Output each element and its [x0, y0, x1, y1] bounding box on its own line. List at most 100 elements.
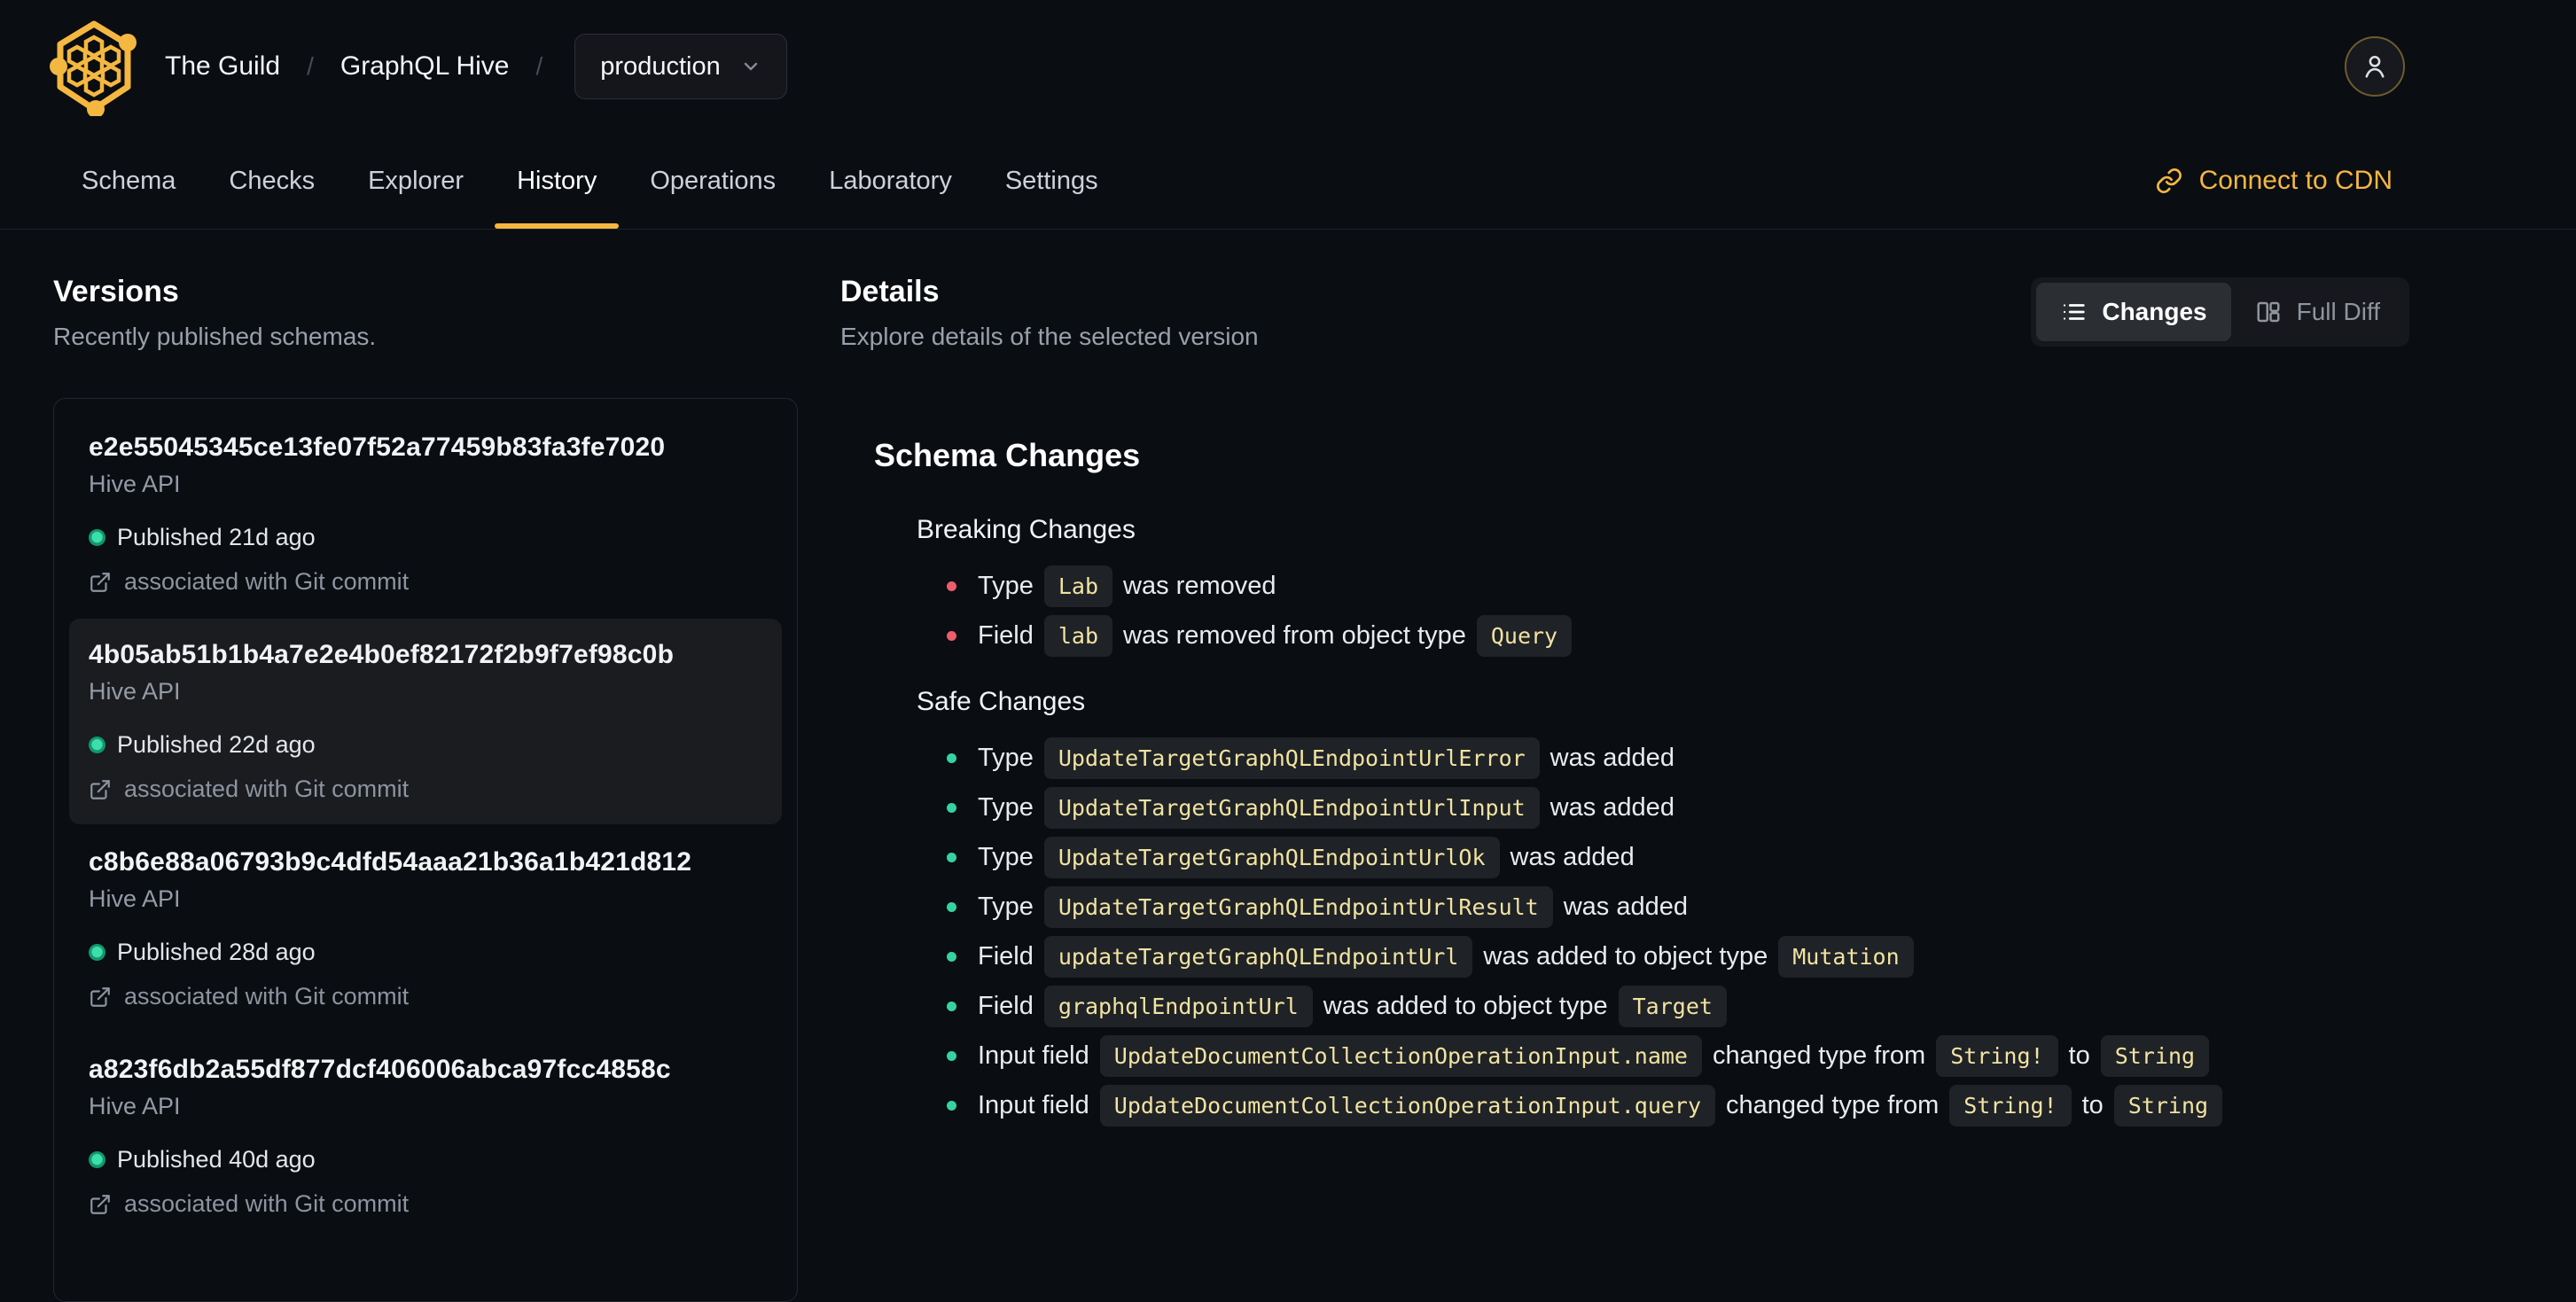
schema-coordinate: UpdateDocumentCollectionOperationInput.q…: [1099, 1084, 1716, 1127]
top-header: The Guild / GraphQL Hive / production Sc…: [0, 0, 2576, 230]
version-card[interactable]: 4b05ab51b1b4a7e2e4b0ef82172f2b9f7ef98c0b…: [69, 619, 782, 824]
published-dot-icon: [89, 529, 105, 546]
change-text: Input field: [978, 1090, 1089, 1119]
git-commit-label: associated with Git commit: [124, 776, 410, 802]
published-dot-icon: [89, 1151, 105, 1168]
safe-bullet-icon: [947, 901, 956, 912]
breadcrumb-project[interactable]: GraphQL Hive: [340, 51, 510, 82]
schema-changes-title: Schema Changes: [874, 437, 1141, 473]
safe-bullet-icon: [947, 1050, 956, 1061]
change-text: to: [2081, 1090, 2104, 1119]
safe-change-row: Field graphqlEndpointUrl was added to obje…: [917, 981, 2409, 1031]
tab-schema[interactable]: Schema: [55, 133, 202, 229]
schema-coordinate: Mutation: [1778, 935, 1914, 978]
safe-change-row: Type UpdateTargetGraphQLEndpointUrlInput w…: [917, 783, 2409, 832]
git-commit-link[interactable]: associated with Git commit: [89, 983, 762, 1010]
tab-checks[interactable]: Checks: [202, 133, 341, 229]
safe-bullet-icon: [947, 852, 956, 862]
git-commit-link[interactable]: associated with Git commit: [89, 1190, 762, 1218]
user-avatar[interactable]: [2345, 36, 2405, 97]
tab-operations[interactable]: Operations: [623, 133, 802, 229]
breadcrumb: The Guild / GraphQL Hive / production: [165, 34, 787, 99]
full-diff-view-button[interactable]: Full Diff: [2231, 283, 2404, 341]
safe-bullet-icon: [947, 1001, 956, 1011]
git-commit-label: associated with Git commit: [124, 1190, 410, 1217]
schema-changes-section: Schema Changes Breaking Changes Type Lab w…: [874, 437, 2409, 1130]
change-text: was added: [1550, 743, 1674, 772]
schema-coordinate: UpdateTargetGraphQLEndpointUrlOk: [1043, 836, 1500, 878]
external-link-icon: [89, 1193, 112, 1216]
breaking-changes-group: Breaking Changes Type Lab was removed Field…: [917, 513, 2409, 660]
versions-title: Versions: [53, 275, 179, 308]
change-text: was added to object type: [1483, 941, 1768, 971]
version-card[interactable]: c8b6e88a06793b9c4dfd54aaa21b36a1b421d812…: [69, 826, 782, 1032]
published-dot-icon: [89, 944, 105, 961]
breaking-bullet-icon: [947, 630, 956, 641]
schema-coordinate: String!: [1949, 1084, 2072, 1127]
link-icon: [2155, 167, 2183, 195]
view-toggle: Changes Full Diff: [2031, 277, 2409, 347]
version-service: Hive API: [89, 471, 181, 497]
schema-coordinate: String: [2113, 1084, 2223, 1127]
safe-change-row: Type UpdateTargetGraphQLEndpointUrlResult…: [917, 882, 2409, 932]
version-card[interactable]: e2e55045345ce13fe07f52a77459b83fa3fe7020…: [69, 411, 782, 617]
safe-bullet-icon: [947, 752, 956, 763]
breadcrumb-separator: /: [535, 52, 543, 80]
schema-coordinate: lab: [1043, 614, 1113, 657]
version-service: Hive API: [89, 678, 181, 705]
versions-panel: Versions Recently published schemas. e2e…: [53, 274, 798, 1302]
git-commit-label: associated with Git commit: [124, 983, 410, 1010]
chevron-down-icon: [740, 56, 761, 77]
breaking-bullet-icon: [947, 581, 956, 591]
tab-explorer[interactable]: Explorer: [341, 133, 490, 229]
change-text: was added to object type: [1323, 991, 1608, 1020]
version-card[interactable]: a823f6db2a55df877dcf406006abca97fcc4858c…: [69, 1033, 782, 1239]
change-text: Type: [978, 571, 1034, 600]
change-text: Type: [978, 842, 1034, 871]
schema-coordinate: Lab: [1043, 565, 1113, 607]
external-link-icon: [89, 986, 112, 1009]
change-text: Field: [978, 991, 1034, 1020]
version-status-text: Published 21d ago: [117, 524, 316, 550]
change-text: Input field: [978, 1041, 1089, 1070]
version-hash: a823f6db2a55df877dcf406006abca97fcc4858c: [89, 1055, 671, 1084]
connect-to-cdn-link[interactable]: Connect to CDN: [2155, 133, 2393, 229]
tab-history[interactable]: History: [490, 133, 623, 229]
safe-changes-group: Safe Changes Type UpdateTargetGraphQLEndp…: [917, 685, 2409, 1130]
columns-icon: [2255, 299, 2282, 325]
schema-coordinate: updateTargetGraphQLEndpointUrl: [1043, 935, 1473, 978]
version-hash: e2e55045345ce13fe07f52a77459b83fa3fe7020: [89, 433, 666, 462]
change-text: was removed: [1123, 571, 1276, 600]
safe-change-row: Type UpdateTargetGraphQLEndpointUrlError w…: [917, 733, 2409, 783]
change-text: Type: [978, 892, 1034, 921]
change-text: was added: [1510, 842, 1635, 871]
list-icon: [2060, 299, 2087, 325]
target-selector-value: production: [600, 51, 721, 81]
change-text: changed type from: [1712, 1041, 1926, 1070]
git-commit-label: associated with Git commit: [124, 568, 410, 595]
full-diff-view-label: Full Diff: [2296, 298, 2380, 325]
safe-change-row: Input field UpdateDocumentCollectionOpera…: [917, 1080, 2409, 1130]
git-commit-link[interactable]: associated with Git commit: [89, 776, 762, 803]
change-text: Type: [978, 792, 1034, 822]
safe-change-row: Type UpdateTargetGraphQLEndpointUrlOk was …: [917, 832, 2409, 882]
breaking-change-row: Type Lab was removed: [917, 561, 2409, 611]
primary-tabs: Schema Checks Explorer History Operations Lab…: [0, 133, 2576, 229]
versions-list: e2e55045345ce13fe07f52a77459b83fa3fe7020…: [53, 398, 798, 1302]
target-selector[interactable]: production: [574, 34, 787, 99]
change-text: was removed from object type: [1123, 620, 1466, 650]
external-link-icon: [89, 778, 112, 801]
breadcrumb-org[interactable]: The Guild: [165, 51, 280, 82]
tab-laboratory[interactable]: Laboratory: [802, 133, 979, 229]
version-service: Hive API: [89, 1093, 181, 1119]
git-commit-link[interactable]: associated with Git commit: [89, 568, 762, 596]
schema-coordinate: graphqlEndpointUrl: [1043, 985, 1313, 1027]
tab-settings[interactable]: Settings: [979, 133, 1125, 229]
hive-logo-icon[interactable]: [50, 17, 138, 116]
changes-view-button[interactable]: Changes: [2036, 283, 2231, 341]
safe-change-row: Input field UpdateDocumentCollectionOpera…: [917, 1031, 2409, 1080]
versions-subtitle: Recently published schemas.: [53, 323, 377, 350]
version-status-text: Published 22d ago: [117, 731, 316, 758]
change-text: changed type from: [1726, 1090, 1940, 1119]
version-status-text: Published 28d ago: [117, 939, 316, 965]
